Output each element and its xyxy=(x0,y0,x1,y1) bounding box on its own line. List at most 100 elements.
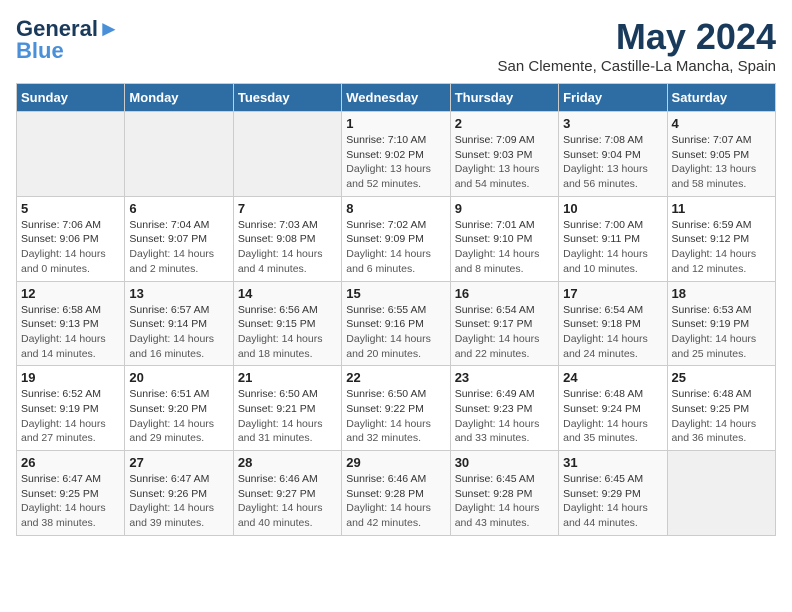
sunset-text: Sunset: 9:25 PM xyxy=(21,488,99,500)
day-number: 3 xyxy=(563,116,662,131)
cell-info: Sunrise: 6:45 AMSunset: 9:29 PMDaylight:… xyxy=(563,472,662,531)
daylight-hours: Daylight: 14 hours and 40 minutes. xyxy=(238,502,323,529)
sunrise-text: Sunrise: 6:46 AM xyxy=(238,473,318,485)
daylight-hours: Daylight: 14 hours and 44 minutes. xyxy=(563,502,648,529)
day-number: 29 xyxy=(346,455,445,470)
calendar-cell: 11Sunrise: 6:59 AMSunset: 9:12 PMDayligh… xyxy=(667,196,775,281)
month-title: May 2024 xyxy=(498,16,776,58)
cell-info: Sunrise: 6:54 AMSunset: 9:18 PMDaylight:… xyxy=(563,303,662,362)
title-area: May 2024 San Clemente, Castille-La Manch… xyxy=(498,16,776,75)
calendar-cell: 16 Sunrise: 6:54 AMSunset: 9:17 PMDayligh… xyxy=(450,281,558,366)
daylight-hours: Daylight: 14 hours and 22 minutes. xyxy=(455,333,540,360)
cell-info: Sunrise: 6:46 AMSunset: 9:28 PMDaylight:… xyxy=(346,472,445,531)
day-header-thursday: Thursday xyxy=(450,84,558,112)
sunset-text: Sunset: 9:18 PM xyxy=(563,318,641,330)
daylight-hours: Daylight: 14 hours and 2 minutes. xyxy=(129,248,214,275)
sunrise-text: Sunrise: 7:07 AM xyxy=(672,134,752,146)
day-number: 17 xyxy=(563,286,662,301)
daylight-hours: Daylight: 14 hours and 38 minutes. xyxy=(21,502,106,529)
week-row-5: 26 Sunrise: 6:47 AM Sunset: 9:25 PM Dayligh… xyxy=(17,451,776,536)
sunrise-text: Sunrise: 7:01 AM xyxy=(455,219,535,231)
daylight-hours: Daylight: 14 hours and 20 minutes. xyxy=(346,333,431,360)
cell-info: Sunrise: 7:00 AMSunset: 9:11 PMDaylight:… xyxy=(563,218,662,277)
sunset-text: Sunset: 9:08 PM xyxy=(238,233,316,245)
sunset-text: Sunset: 9:15 PM xyxy=(238,318,316,330)
sunset-text: Sunset: 9:02 PM xyxy=(346,149,424,161)
calendar-cell: 28Sunrise: 6:46 AMSunset: 9:27 PMDayligh… xyxy=(233,451,341,536)
sunrise-text: Sunrise: 7:02 AM xyxy=(346,219,426,231)
sunrise-text: Sunrise: 6:48 AM xyxy=(672,388,752,400)
daylight-hours: Daylight: 13 hours and 56 minutes. xyxy=(563,163,648,190)
week-row-2: 5 Sunrise: 7:06 AMSunset: 9:06 PMDaylight… xyxy=(17,196,776,281)
daylight-hours: Daylight: 13 hours and 58 minutes. xyxy=(672,163,757,190)
sunrise-text: Sunrise: 6:45 AM xyxy=(563,473,643,485)
calendar-cell: 12Sunrise: 6:58 AMSunset: 9:13 PMDayligh… xyxy=(17,281,125,366)
location: San Clemente, Castille-La Mancha, Spain xyxy=(498,58,776,75)
calendar-header-row: SundayMondayTuesdayWednesdayThursdayFrid… xyxy=(17,84,776,112)
sunset-text: Sunset: 9:20 PM xyxy=(129,403,207,415)
day-number: 12 xyxy=(21,286,120,301)
sunrise-text: Sunrise: 7:09 AM xyxy=(455,134,535,146)
cell-info: Sunrise: 6:54 AMSunset: 9:17 PMDaylight:… xyxy=(455,303,554,362)
cell-info: Sunrise: 7:04 AMSunset: 9:07 PMDaylight:… xyxy=(129,218,228,277)
sunrise-text: Sunrise: 6:47 AM xyxy=(129,473,209,485)
calendar-cell: 29 Sunrise: 6:46 AMSunset: 9:28 PMDayligh… xyxy=(342,451,450,536)
day-number: 16 xyxy=(455,286,554,301)
sunrise-text: Sunrise: 7:10 AM xyxy=(346,134,426,146)
cell-info: Sunrise: 7:01 AMSunset: 9:10 PMDaylight:… xyxy=(455,218,554,277)
calendar-cell: 18 Sunrise: 6:53 AMSunset: 9:19 PMDayligh… xyxy=(667,281,775,366)
cell-info: Sunrise: 6:53 AMSunset: 9:19 PMDaylight:… xyxy=(672,303,771,362)
calendar-cell: 25Sunrise: 6:48 AMSunset: 9:25 PMDayligh… xyxy=(667,366,775,451)
daylight-hours: Daylight: 14 hours and 32 minutes. xyxy=(346,418,431,445)
calendar-cell: 24Sunrise: 6:48 AMSunset: 9:24 PMDayligh… xyxy=(559,366,667,451)
cell-info: Sunrise: 6:47 AM Sunset: 9:25 PM Daylight:… xyxy=(21,472,120,531)
calendar-cell: 9Sunrise: 7:01 AMSunset: 9:10 PMDaylight… xyxy=(450,196,558,281)
sunset-text: Sunset: 9:22 PM xyxy=(346,403,424,415)
sunset-text: Sunset: 9:21 PM xyxy=(238,403,316,415)
sunset-text: Sunset: 9:28 PM xyxy=(346,488,424,500)
cell-info: Sunrise: 6:48 AMSunset: 9:24 PMDaylight:… xyxy=(563,387,662,446)
daylight-hours: Daylight: 14 hours and 18 minutes. xyxy=(238,333,323,360)
day-number: 26 xyxy=(21,455,120,470)
daylight-hours: Daylight: 14 hours and 33 minutes. xyxy=(455,418,540,445)
sunrise-text: Sunrise: 7:08 AM xyxy=(563,134,643,146)
sunset-text: Sunset: 9:24 PM xyxy=(563,403,641,415)
cell-info: Sunrise: 6:52 AMSunset: 9:19 PMDaylight:… xyxy=(21,387,120,446)
calendar-cell: 7Sunrise: 7:03 AMSunset: 9:08 PMDaylight… xyxy=(233,196,341,281)
daylight-hours: Daylight: 14 hours and 6 minutes. xyxy=(346,248,431,275)
calendar-cell: 10Sunrise: 7:00 AMSunset: 9:11 PMDayligh… xyxy=(559,196,667,281)
sunset-text: Sunset: 9:06 PM xyxy=(21,233,99,245)
calendar-cell xyxy=(17,112,125,197)
day-number: 5 xyxy=(21,201,120,216)
daylight-hours: Daylight: 14 hours and 4 minutes. xyxy=(238,248,323,275)
sunrise-text: Sunrise: 6:54 AM xyxy=(563,304,643,316)
calendar-cell: 19Sunrise: 6:52 AMSunset: 9:19 PMDayligh… xyxy=(17,366,125,451)
cell-info: Sunrise: 6:45 AMSunset: 9:28 PMDaylight:… xyxy=(455,472,554,531)
sunrise-text: Sunrise: 6:55 AM xyxy=(346,304,426,316)
week-row-1: 1 Sunrise: 7:10 AM Sunset: 9:02 PM Daylight… xyxy=(17,112,776,197)
calendar-cell: 26 Sunrise: 6:47 AM Sunset: 9:25 PM Dayligh… xyxy=(17,451,125,536)
week-row-4: 19Sunrise: 6:52 AMSunset: 9:19 PMDayligh… xyxy=(17,366,776,451)
cell-info: Sunrise: 7:02 AMSunset: 9:09 PMDaylight:… xyxy=(346,218,445,277)
sunrise-text: Sunrise: 6:47 AM xyxy=(21,473,101,485)
calendar-cell xyxy=(233,112,341,197)
cell-info: Sunrise: 7:03 AMSunset: 9:08 PMDaylight:… xyxy=(238,218,337,277)
day-header-wednesday: Wednesday xyxy=(342,84,450,112)
sunrise-text: Sunrise: 6:51 AM xyxy=(129,388,209,400)
cell-info: Sunrise: 7:08 AMSunset: 9:04 PMDaylight:… xyxy=(563,133,662,192)
calendar-cell: 31Sunrise: 6:45 AMSunset: 9:29 PMDayligh… xyxy=(559,451,667,536)
cell-info: Sunrise: 7:06 AMSunset: 9:06 PMDaylight:… xyxy=(21,218,120,277)
day-number: 27 xyxy=(129,455,228,470)
day-header-friday: Friday xyxy=(559,84,667,112)
daylight-hours: Daylight: 14 hours and 27 minutes. xyxy=(21,418,106,445)
day-number: 14 xyxy=(238,286,337,301)
sunrise-text: Sunrise: 6:58 AM xyxy=(21,304,101,316)
cell-info: Sunrise: 7:10 AMSunset: 9:02 PMDaylight:… xyxy=(346,133,445,192)
daylight-hours: Daylight: 14 hours and 12 minutes. xyxy=(672,248,757,275)
calendar-cell: 5 Sunrise: 7:06 AMSunset: 9:06 PMDaylight… xyxy=(17,196,125,281)
day-number: 1 xyxy=(346,116,445,131)
day-number: 4 xyxy=(672,116,771,131)
day-number: 18 xyxy=(672,286,771,301)
sunset-text: Sunset: 9:16 PM xyxy=(346,318,424,330)
daylight-hours: Daylight: 14 hours and 14 minutes. xyxy=(21,333,106,360)
